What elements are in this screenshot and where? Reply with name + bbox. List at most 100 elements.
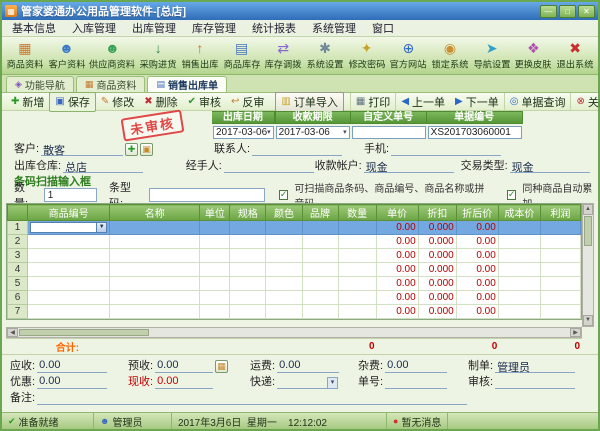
price-cell[interactable]: 0.00 <box>375 248 419 263</box>
cash-received-input[interactable]: 0.00 <box>155 375 214 389</box>
color-cell[interactable] <box>265 248 303 263</box>
price-cell[interactable]: 0.00 <box>375 304 419 319</box>
doc-header-input[interactable]: XS201703060001 <box>427 125 522 139</box>
customer-input[interactable]: 散客 <box>41 142 124 157</box>
row-number-cell[interactable]: 1 <box>6 220 29 235</box>
spec-cell[interactable] <box>229 304 267 319</box>
grid-row[interactable]: 5 ▼ 0.00 <box>6 276 582 291</box>
menu-item[interactable]: 窗口 <box>364 19 402 37</box>
qty-cell[interactable] <box>337 304 377 319</box>
barcode-input[interactable] <box>149 187 265 202</box>
product-code-combobox[interactable]: ▼ <box>30 222 108 233</box>
action-button[interactable]: ▶ 下一单 <box>450 93 504 111</box>
qty-cell[interactable] <box>337 220 377 235</box>
profit-cell[interactable] <box>539 248 582 263</box>
toolbar-button[interactable]: ☻ 供应商资料 <box>87 38 137 74</box>
trade-type-input[interactable]: 现金 <box>509 159 590 174</box>
action-button[interactable]: ▥ 订单导入 <box>275 91 344 112</box>
product-code-cell[interactable]: ▼ <box>27 304 111 319</box>
cost-cell[interactable] <box>497 262 541 277</box>
tracking-number-input[interactable] <box>385 375 448 389</box>
color-cell[interactable] <box>265 262 303 277</box>
row-number-cell[interactable]: 2 <box>6 234 29 249</box>
discounted-price-cell[interactable]: 0.00 <box>455 262 499 277</box>
menu-item[interactable]: 出库管理 <box>124 19 184 37</box>
unit-cell[interactable] <box>199 290 231 305</box>
horizontal-scroll-thumb[interactable] <box>19 329 149 336</box>
combo-dropdown-icon[interactable]: ▼ <box>96 223 107 232</box>
add-customer-button[interactable]: ✚ <box>125 142 139 156</box>
scroll-left-icon[interactable]: ◀ <box>7 328 18 337</box>
grid-row[interactable]: 1 ▼ 0.00 0.000 0.00 <box>6 220 582 235</box>
unit-cell[interactable] <box>199 276 231 291</box>
product-name-cell[interactable] <box>109 234 201 249</box>
scroll-up-icon[interactable]: ▲ <box>583 204 593 215</box>
cost-cell[interactable] <box>497 220 541 235</box>
unit-cell[interactable] <box>199 248 231 263</box>
unit-cell[interactable] <box>199 234 231 249</box>
spec-cell[interactable] <box>229 248 267 263</box>
spec-cell[interactable] <box>229 276 267 291</box>
dropdown-arrow-icon[interactable]: ▾ <box>343 127 347 138</box>
tab[interactable]: ▦ 商品资料 <box>75 76 146 92</box>
menu-item[interactable]: 库存管理 <box>184 19 244 37</box>
handler-input[interactable] <box>223 159 314 173</box>
action-button[interactable]: ↩ 反审 <box>226 93 269 111</box>
toolbar-button[interactable]: ❖ 更换皮肤 <box>513 38 555 74</box>
product-code-cell[interactable]: ▼ <box>27 248 111 263</box>
action-button[interactable]: ✖ 删除 <box>139 93 182 111</box>
discount-cell[interactable]: 0.000 <box>417 262 457 277</box>
brand-cell[interactable] <box>301 234 339 249</box>
spec-cell[interactable] <box>229 290 267 305</box>
toolbar-button[interactable]: ▤ 商品库存 <box>221 38 263 74</box>
brand-cell[interactable] <box>301 276 339 291</box>
toolbar-button[interactable]: ✱ 系统设置 <box>304 38 346 74</box>
profit-cell[interactable] <box>539 304 582 319</box>
brand-cell[interactable] <box>301 220 339 235</box>
brand-cell[interactable] <box>301 262 339 277</box>
freight-input[interactable]: 0.00 <box>277 359 340 373</box>
action-button[interactable]: ◎ 单据查询 <box>503 92 571 111</box>
brand-cell[interactable] <box>301 248 339 263</box>
row-number-cell[interactable]: 4 <box>6 262 29 277</box>
color-cell[interactable] <box>265 276 303 291</box>
toolbar-button[interactable]: ➤ 导航设置 <box>471 38 513 74</box>
row-number-cell[interactable]: 7 <box>6 304 29 319</box>
browse-customer-button[interactable]: ▣ <box>140 142 154 156</box>
profit-cell[interactable] <box>539 276 582 291</box>
horizontal-scrollbar[interactable]: ◀ ▶ <box>6 327 582 338</box>
scroll-right-icon[interactable]: ▶ <box>570 328 581 337</box>
qty-cell[interactable] <box>337 234 377 249</box>
phone-input[interactable] <box>391 142 502 156</box>
discount-cell[interactable]: 0.000 <box>417 276 457 291</box>
menu-item[interactable]: 系统管理 <box>304 19 364 37</box>
product-code-cell[interactable]: ▼ <box>27 276 111 291</box>
cost-cell[interactable] <box>497 276 541 291</box>
profit-cell[interactable] <box>539 262 582 277</box>
unit-cell[interactable] <box>199 262 231 277</box>
toolbar-button[interactable]: ◉ 锁定系统 <box>429 38 471 74</box>
action-button[interactable]: ✎ 修改 <box>96 93 139 111</box>
toolbar-button[interactable]: ✖ 退出系统 <box>554 38 596 74</box>
discount-cell[interactable]: 0.000 <box>417 220 457 235</box>
price-cell[interactable]: 0.00 <box>375 276 419 291</box>
color-cell[interactable] <box>265 304 303 319</box>
product-name-cell[interactable] <box>109 290 201 305</box>
brand-cell[interactable] <box>301 290 339 305</box>
close-button[interactable]: ✕ <box>578 4 595 18</box>
scroll-down-icon[interactable]: ▼ <box>583 315 593 326</box>
discounted-price-cell[interactable]: 0.00 <box>455 220 499 235</box>
product-code-cell[interactable]: ▼ <box>27 220 111 235</box>
discounted-price-cell[interactable]: 0.00 <box>455 234 499 249</box>
accumulate-checkbox[interactable] <box>506 189 517 200</box>
vertical-scroll-thumb[interactable] <box>584 216 592 246</box>
discount-amount-input[interactable]: 0.00 <box>37 375 108 389</box>
profit-cell[interactable] <box>539 234 582 249</box>
product-code-cell[interactable]: ▼ <box>27 262 111 277</box>
price-cell[interactable]: 0.00 <box>375 262 419 277</box>
grid-row[interactable]: 7 ▼ 0.00 <box>6 304 582 319</box>
toolbar-button[interactable]: ⇄ 库存调拨 <box>262 38 304 74</box>
discount-cell[interactable]: 0.000 <box>417 234 457 249</box>
color-cell[interactable] <box>265 220 303 235</box>
row-number-cell[interactable]: 6 <box>6 290 29 305</box>
